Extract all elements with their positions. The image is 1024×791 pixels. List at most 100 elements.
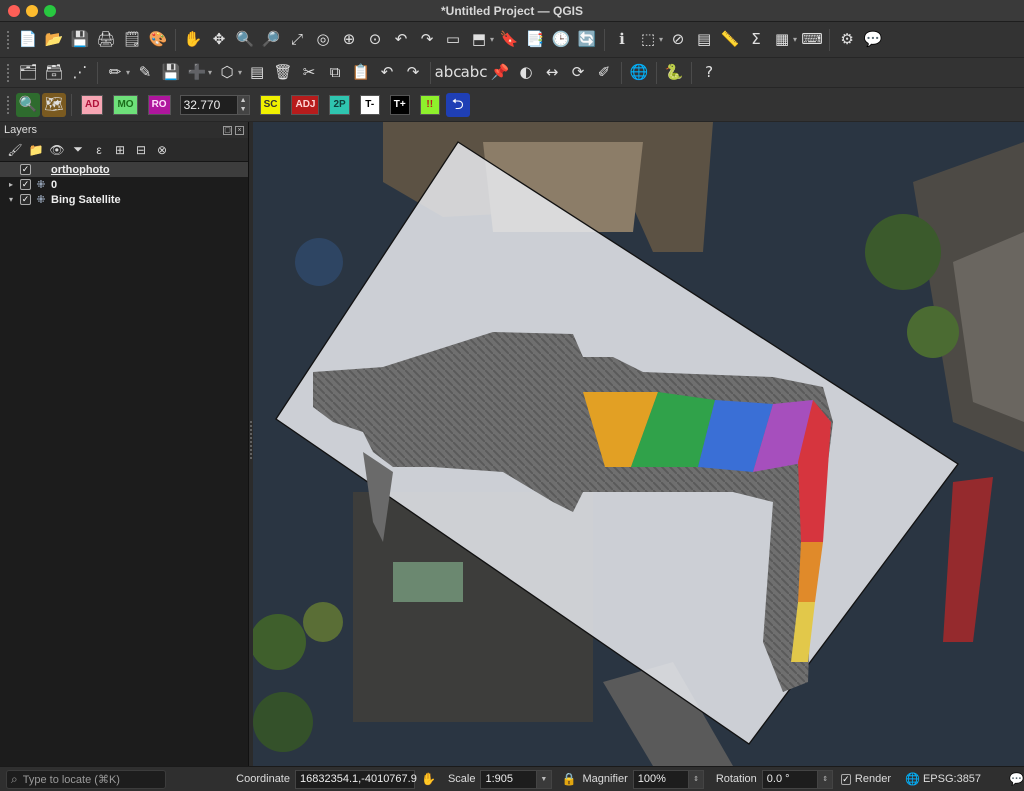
search-icon[interactable]: 🔍: [16, 92, 40, 117]
new-3d-map-view-icon[interactable]: ⬒: [467, 28, 491, 52]
layer-visibility-checkbox[interactable]: ✓: [20, 194, 31, 205]
measure-icon[interactable]: 📏: [718, 28, 742, 52]
save-project-icon[interactable]: 💾: [68, 28, 92, 52]
filter-legend-icon[interactable]: ⏷: [69, 141, 87, 159]
field-calculator-icon[interactable]: ⌨: [800, 28, 824, 52]
undo-arrow-icon[interactable]: ⮌: [445, 92, 470, 117]
zoom-out-icon[interactable]: 🔎: [259, 28, 283, 52]
zoom-last-icon[interactable]: ↶: [389, 28, 413, 52]
dropdown-arrow-icon[interactable]: ▾: [238, 68, 242, 77]
python-console-icon[interactable]: 🐍: [662, 61, 686, 85]
dropdown-arrow-icon[interactable]: ▾: [793, 35, 797, 44]
2p-button[interactable]: 2P: [329, 94, 350, 115]
save-edits-icon[interactable]: 💾: [159, 61, 183, 85]
map-tips-icon[interactable]: 💬: [861, 28, 885, 52]
expand-toggle-icon[interactable]: ▾: [6, 195, 16, 204]
value-spin-arrows[interactable]: ▲ ▼: [237, 94, 250, 115]
select-features-icon[interactable]: ⬚: [636, 28, 660, 52]
new-map-view-icon[interactable]: ▭: [441, 28, 465, 52]
redo-icon[interactable]: ↷: [401, 61, 425, 85]
label-options-icon[interactable]: abc: [461, 61, 488, 85]
new-temporary-layer-icon[interactable]: ⋰: [68, 61, 92, 85]
ro-button[interactable]: RO: [147, 94, 171, 115]
crs-globe-icon[interactable]: 🌐: [905, 772, 920, 786]
toolbar-grip[interactable]: [6, 94, 11, 115]
dropdown-arrow-icon[interactable]: ▾: [659, 35, 663, 44]
temporal-controller-icon[interactable]: 🕒: [549, 28, 573, 52]
refresh-icon[interactable]: 🔄: [575, 28, 599, 52]
zoom-to-layer-icon[interactable]: ⊕: [337, 28, 361, 52]
pin-labels-icon[interactable]: 📌: [488, 61, 512, 85]
zoom-to-selection-icon[interactable]: ◎: [311, 28, 335, 52]
zoom-next-icon[interactable]: ↷: [415, 28, 439, 52]
deselect-features-icon[interactable]: ⊘: [666, 28, 690, 52]
crs-label[interactable]: EPSG:3857: [923, 773, 981, 785]
data-source-manager-icon[interactable]: 🗂: [16, 61, 40, 85]
magnifier-field[interactable]: 100%: [632, 769, 690, 789]
exclaim-button[interactable]: !!: [419, 94, 440, 115]
label-tool-icon[interactable]: abc: [435, 61, 462, 85]
rotation-field[interactable]: 0.0 °: [761, 769, 819, 789]
render-checkbox[interactable]: ✓: [840, 773, 851, 785]
new-project-icon[interactable]: 📄: [16, 28, 40, 52]
cut-features-icon[interactable]: ✂: [297, 61, 321, 85]
adj-button[interactable]: ADJ: [291, 94, 320, 115]
toolbar-grip[interactable]: [6, 29, 11, 50]
add-feature-icon[interactable]: ➕: [185, 61, 209, 85]
toggle-editing-icon[interactable]: ✎: [133, 61, 157, 85]
layer-item[interactable]: ▾ ✓ ⁜ Bing Satellite: [0, 192, 248, 207]
t-plus-button[interactable]: T+: [389, 94, 410, 115]
collapse-all-icon[interactable]: ⊟: [132, 141, 150, 159]
open-project-icon[interactable]: 📂: [42, 28, 66, 52]
magnifier-spinner[interactable]: ⇕: [689, 769, 704, 789]
dropdown-arrow-icon[interactable]: ▾: [126, 68, 130, 77]
scale-field[interactable]: 1:905: [480, 769, 538, 789]
messages-icon[interactable]: 💬: [1009, 772, 1024, 786]
add-wms-layer-icon[interactable]: 🌐: [627, 61, 651, 85]
layer-item[interactable]: ✓ orthophoto: [0, 162, 248, 177]
lock-icon[interactable]: 🔒: [562, 772, 577, 786]
move-label-icon[interactable]: ↔: [540, 61, 564, 85]
layer-visibility-checkbox[interactable]: ✓: [20, 164, 31, 175]
new-geopackage-layer-icon[interactable]: 🗃: [42, 61, 66, 85]
undo-icon[interactable]: ↶: [375, 61, 399, 85]
mo-button[interactable]: MO: [113, 94, 138, 115]
scale-dropdown[interactable]: ▼: [537, 769, 552, 789]
attribute-table-icon[interactable]: ▦: [770, 28, 794, 52]
help-icon[interactable]: ?: [697, 61, 721, 85]
zoom-native-resolution-icon[interactable]: ⊙: [363, 28, 387, 52]
zoom-full-icon[interactable]: ⤢: [285, 28, 309, 52]
layer-item[interactable]: ▸ ✓ ⁜ 0: [0, 177, 248, 192]
pan-map-icon[interactable]: ✋: [181, 28, 205, 52]
copy-features-icon[interactable]: ⧉: [323, 61, 347, 85]
change-label-icon[interactable]: ✐: [592, 61, 616, 85]
expand-all-icon[interactable]: ⊞: [111, 141, 129, 159]
ad-button[interactable]: AD: [81, 94, 104, 115]
expand-toggle-icon[interactable]: ▸: [6, 180, 16, 189]
pan-to-selection-icon[interactable]: ✥: [207, 28, 231, 52]
float-panel-icon[interactable]: ▢: [223, 125, 232, 135]
toolbar-grip[interactable]: [6, 62, 11, 83]
open-layer-styling-icon[interactable]: 🖌: [6, 141, 24, 159]
new-bookmark-icon[interactable]: 🔖: [497, 28, 521, 52]
coordinate-field[interactable]: 16832354.1,-4010767.9: [295, 769, 417, 789]
identify-features-icon[interactable]: ℹ: [610, 28, 634, 52]
show-bookmarks-icon[interactable]: 📑: [523, 28, 547, 52]
zoom-in-icon[interactable]: 🔍: [233, 28, 257, 52]
statistical-summary-icon[interactable]: Σ: [744, 28, 768, 52]
mouse-icon[interactable]: ✋: [421, 772, 436, 786]
layer-visibility-checkbox[interactable]: ✓: [20, 179, 31, 190]
rotate-label-icon[interactable]: ⟳: [566, 61, 590, 85]
dropdown-arrow-icon[interactable]: ▾: [208, 68, 212, 77]
locator-search[interactable]: ⌕ Type to locate (⌘K): [6, 769, 167, 789]
style-manager-icon[interactable]: 🎨: [146, 28, 170, 52]
vertex-tool-icon[interactable]: ⬡: [215, 61, 239, 85]
sc-button[interactable]: SC: [259, 94, 282, 115]
show-layout-manager-icon[interactable]: 🗒: [120, 28, 144, 52]
show-hide-labels-icon[interactable]: ◐: [514, 61, 538, 85]
t-minus-button[interactable]: T-: [359, 94, 380, 115]
add-group-icon[interactable]: 📁: [27, 141, 45, 159]
paste-features-icon[interactable]: 📋: [349, 61, 373, 85]
map-canvas[interactable]: [253, 122, 1024, 766]
layer-tool-icon[interactable]: 🗺: [42, 92, 66, 117]
